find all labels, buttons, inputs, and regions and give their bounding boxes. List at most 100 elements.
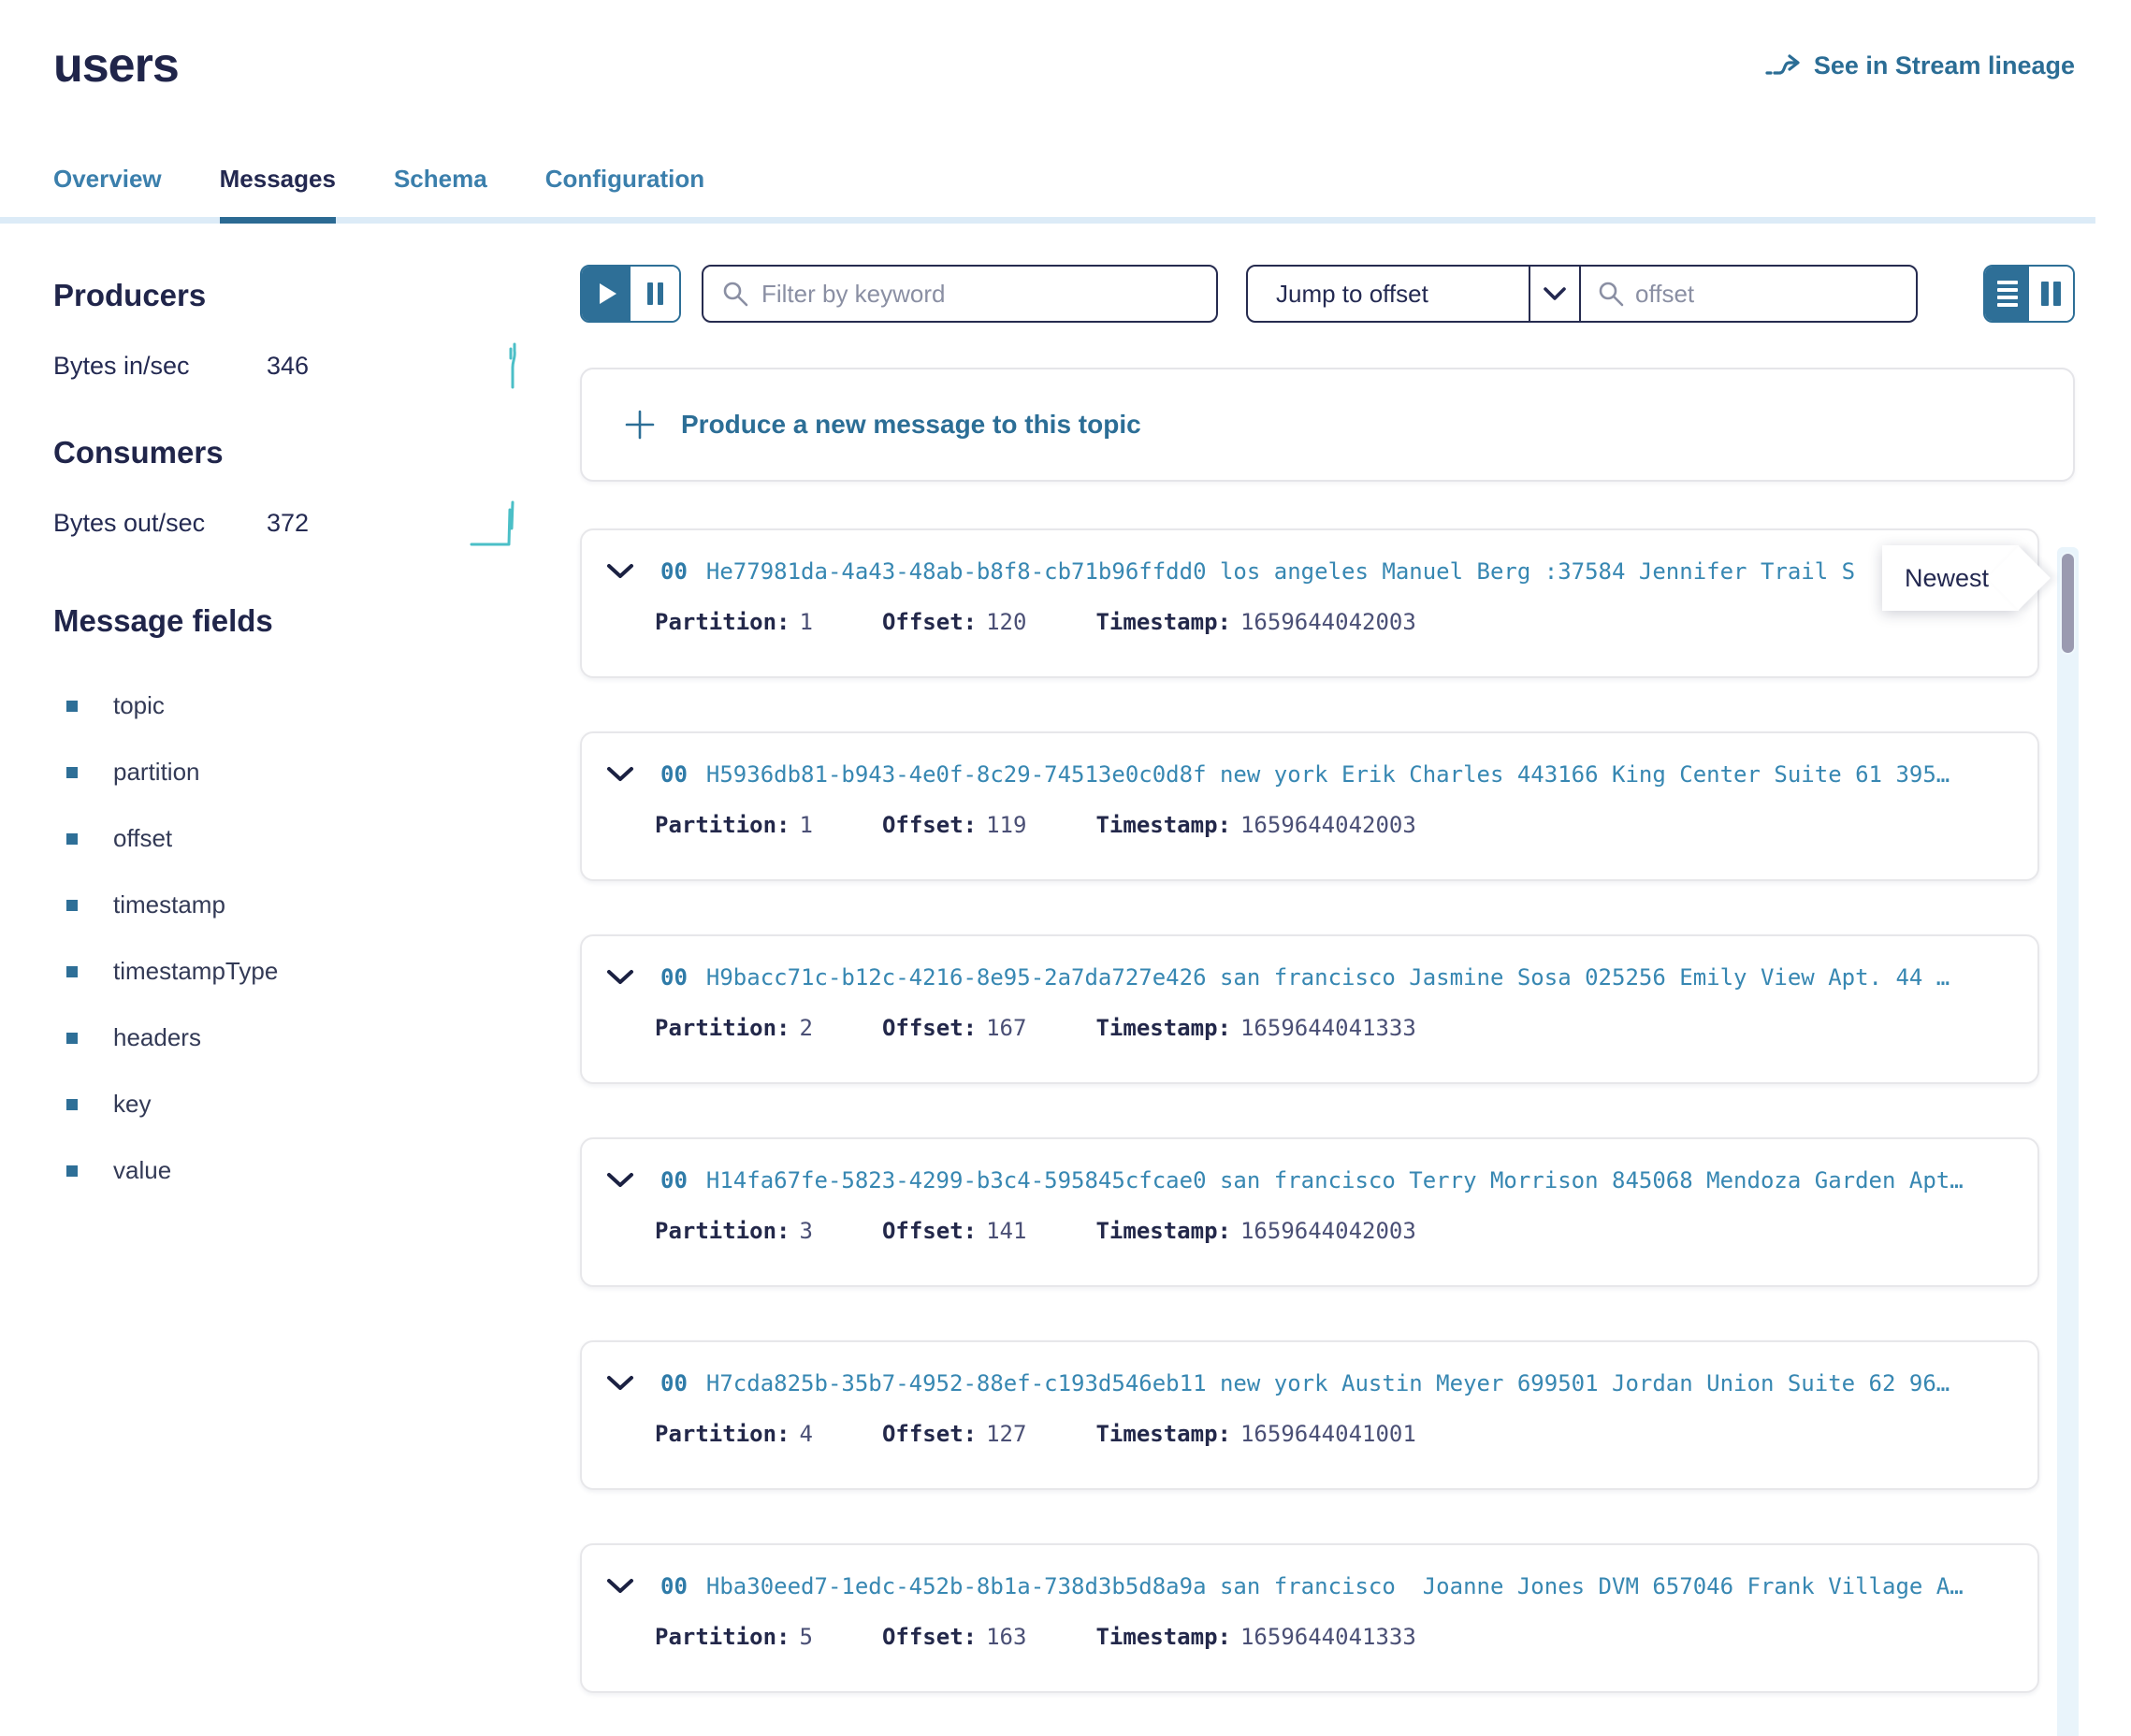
message-value-preview: H7cda825b-35b7-4952-88ef-c193d546eb11 ne… <box>706 1370 1950 1396</box>
message-key: 00 <box>660 1167 688 1194</box>
offset-field: Offset:163 <box>882 1624 1027 1650</box>
newest-tooltip-label: Newest <box>1905 564 1989 593</box>
offset-field: Offset:119 <box>882 812 1027 838</box>
square-bullet-icon <box>66 833 78 845</box>
field-item-offset[interactable]: offset <box>53 805 580 872</box>
play-pause-toggle <box>580 265 681 323</box>
search-icon <box>722 281 748 307</box>
message-row[interactable]: 00 H9bacc71c-b12c-4216-8e95-2a7da727e426… <box>580 934 2039 1084</box>
square-bullet-icon <box>66 1099 78 1110</box>
bytes-in-value: 346 <box>267 352 309 381</box>
tab-messages[interactable]: Messages <box>220 165 336 224</box>
field-item-timestampType[interactable]: timestampType <box>53 938 580 1005</box>
keyword-filter-input[interactable] <box>761 280 1197 309</box>
timestamp-field: Timestamp:1659644042003 <box>1095 812 1415 838</box>
message-key: 00 <box>660 964 688 991</box>
square-bullet-icon <box>66 1165 78 1177</box>
produce-message-button[interactable]: Produce a new message to this topic <box>580 368 2075 482</box>
message-row[interactable]: 00 H7cda825b-35b7-4952-88ef-c193d546eb11… <box>580 1340 2039 1490</box>
field-label: offset <box>113 824 172 853</box>
message-value-preview: Hba30eed7-1edc-452b-8b1a-738d3b5d8a9a sa… <box>706 1573 1964 1599</box>
square-bullet-icon <box>66 767 78 778</box>
field-item-timestamp[interactable]: timestamp <box>53 872 580 938</box>
timestamp-field: Timestamp:1659644041001 <box>1095 1421 1415 1447</box>
field-item-partition[interactable]: partition <box>53 739 580 805</box>
tab-overview[interactable]: Overview <box>53 165 162 224</box>
offset-field: Offset:127 <box>882 1421 1027 1447</box>
timestamp-field: Timestamp:1659644042003 <box>1095 609 1415 635</box>
message-value-preview: H14fa67fe-5823-4299-b3c4-595845cfcae0 sa… <box>706 1167 1964 1194</box>
field-item-value[interactable]: value <box>53 1137 580 1204</box>
square-bullet-icon <box>66 966 78 977</box>
jump-to-offset-select[interactable]: Jump to offset <box>1248 267 1529 321</box>
stream-lineage-label: See in Stream lineage <box>1814 51 2075 80</box>
partition-field: Partition:1 <box>655 812 813 838</box>
dashed-arrow-icon <box>1765 51 1801 80</box>
pause-button[interactable] <box>631 267 679 321</box>
bytes-in-sparkline <box>503 341 526 390</box>
message-value-preview: H9bacc71c-b12c-4216-8e95-2a7da727e426 sa… <box>706 964 1950 991</box>
message-fields-heading: Message fields <box>53 603 580 639</box>
field-item-key[interactable]: key <box>53 1071 580 1137</box>
view-mode-toggle <box>1983 265 2075 323</box>
sidebar: Producers Bytes in/sec 346 Consumers Byt… <box>53 265 580 1693</box>
offset-field: Offset:141 <box>882 1218 1027 1244</box>
list-view-button[interactable] <box>1985 267 2029 321</box>
field-item-topic[interactable]: topic <box>53 673 580 739</box>
partition-field: Partition:4 <box>655 1421 813 1447</box>
offset-search <box>1581 267 1916 321</box>
expand-chevron-icon[interactable] <box>606 1171 634 1190</box>
bytes-out-value: 372 <box>267 509 309 538</box>
scrollbar-track[interactable] <box>2057 547 2079 1736</box>
field-label: topic <box>113 691 165 720</box>
field-label: value <box>113 1156 171 1185</box>
tab-schema[interactable]: Schema <box>394 165 487 224</box>
timestamp-field: Timestamp:1659644041333 <box>1095 1015 1415 1041</box>
newest-tooltip: Newest <box>1882 545 2019 611</box>
expand-chevron-icon[interactable] <box>606 1374 634 1393</box>
produce-message-label: Produce a new message to this topic <box>681 410 1141 440</box>
partition-field: Partition:3 <box>655 1218 813 1244</box>
expand-chevron-icon[interactable] <box>606 968 634 987</box>
offset-field: Offset:167 <box>882 1015 1027 1041</box>
play-button[interactable] <box>582 267 631 321</box>
toolbar: Jump to offset <box>580 265 2075 323</box>
producers-heading: Producers <box>53 278 580 313</box>
partition-field: Partition:2 <box>655 1015 813 1041</box>
partition-field: Partition:5 <box>655 1624 813 1650</box>
message-list: 00 He77981da-4a43-48ab-b8f8-cb71b96ffdd0… <box>580 528 2039 1693</box>
stream-lineage-link[interactable]: See in Stream lineage <box>1765 51 2075 80</box>
plus-icon <box>623 408 657 441</box>
main-panel: Jump to offset <box>580 265 2075 1693</box>
field-label: headers <box>113 1023 201 1052</box>
message-value-preview: H5936db81-b943-4e0f-8c29-74513e0c0d8f ne… <box>706 761 1950 788</box>
consumers-stat-row: Bytes out/sec 372 <box>53 499 580 547</box>
expand-chevron-icon[interactable] <box>606 1577 634 1596</box>
message-value-preview: He77981da-4a43-48ab-b8f8-cb71b96ffdd0 lo… <box>706 558 1855 585</box>
bytes-out-label: Bytes out/sec <box>53 509 267 538</box>
bytes-in-label: Bytes in/sec <box>53 352 267 381</box>
message-row[interactable]: 00 H5936db81-b943-4e0f-8c29-74513e0c0d8f… <box>580 731 2039 881</box>
field-label: key <box>113 1090 151 1119</box>
search-icon <box>1598 281 1624 307</box>
field-item-headers[interactable]: headers <box>53 1005 580 1071</box>
tab-bar: Overview Messages Schema Configuration <box>0 165 2095 224</box>
scrollbar-thumb[interactable] <box>2060 552 2076 655</box>
keyword-filter <box>702 265 1218 323</box>
square-bullet-icon <box>66 1033 78 1044</box>
message-key: 00 <box>660 558 688 585</box>
chevron-down-icon[interactable] <box>1529 267 1581 321</box>
expand-chevron-icon[interactable] <box>606 562 634 581</box>
offset-search-input[interactable] <box>1635 280 1899 309</box>
expand-chevron-icon[interactable] <box>606 765 634 784</box>
play-icon <box>600 283 616 304</box>
square-bullet-icon <box>66 701 78 712</box>
offset-field: Offset:120 <box>882 609 1027 635</box>
consumers-heading: Consumers <box>53 435 580 470</box>
message-row[interactable]: 00 He77981da-4a43-48ab-b8f8-cb71b96ffdd0… <box>580 528 2039 678</box>
message-fields-list: topic partition offset timestamp timesta… <box>53 673 580 1204</box>
column-view-button[interactable] <box>2029 267 2073 321</box>
message-row[interactable]: 00 Hba30eed7-1edc-452b-8b1a-738d3b5d8a9a… <box>580 1543 2039 1693</box>
tab-configuration[interactable]: Configuration <box>545 165 704 224</box>
message-row[interactable]: 00 H14fa67fe-5823-4299-b3c4-595845cfcae0… <box>580 1137 2039 1287</box>
